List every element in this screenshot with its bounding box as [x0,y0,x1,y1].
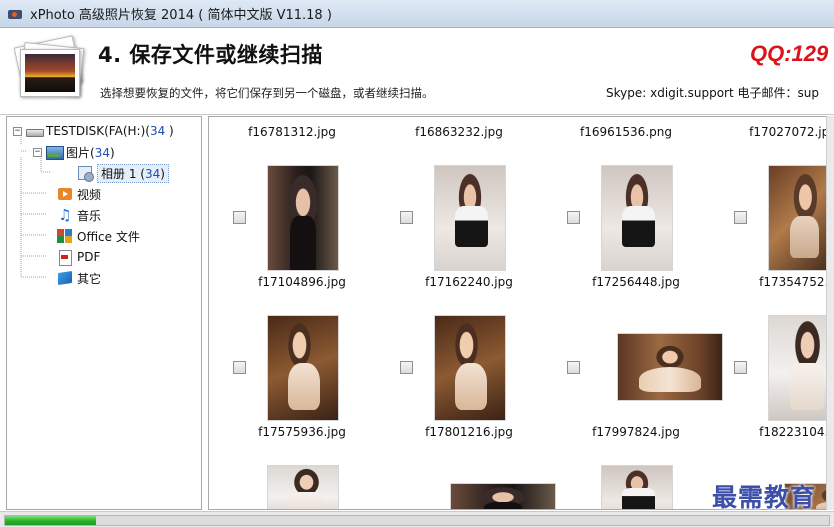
step-header: 4. 保存文件或继续扫描 QQ:129 选择想要恢复的文件，将它们保存到另一个磁… [0,29,834,115]
title-bar: xPhoto 高级照片恢复 2014 ( 简体中文版 V11.18 ) [0,0,834,28]
file-thumbnail[interactable] [768,315,834,421]
file-name: f17256448.jpg [592,275,680,289]
tree-item-2[interactable]: 相册 1 (34) [77,163,169,183]
category-tree[interactable]: − TESTDISK(FA(H:)(34 ) − 图片(34) 相册 1 (34) 视频 ♫… [6,116,202,510]
file-thumbnail-partial[interactable] [450,483,556,509]
tree-item-6[interactable]: PDF [57,248,100,266]
file-select-checkbox[interactable] [400,361,413,374]
file-select-checkbox[interactable] [567,211,580,224]
pictures-icon [46,145,64,160]
file-name: f17027072.jpg [749,125,834,139]
file-select-checkbox[interactable] [734,361,747,374]
tree-item-1[interactable]: − 图片(34) [33,143,115,161]
tree-item-4[interactable]: ♫ 音乐 [57,206,101,224]
tree-label-text: 音乐 [77,208,102,223]
file-name: f17162240.jpg [425,275,513,289]
tree-item-label: 其它 [77,270,101,287]
file-thumbnail[interactable] [617,333,723,401]
qq-contact: QQ:129 [750,41,829,66]
watermark-text: 最需教育 [712,483,817,512]
file-select-checkbox[interactable] [233,361,246,374]
file-name: f17104896.jpg [258,275,346,289]
tree-item-0[interactable]: − TESTDISK(FA(H:)(34 ) [13,122,174,140]
file-select-checkbox[interactable] [734,211,747,224]
file-thumbnail-partial[interactable] [267,465,339,509]
photo-stack-logo [12,35,86,105]
music-icon: ♫ [58,206,72,224]
tree-item-label: 相册 1 (34) [97,163,169,183]
tree-label-text: TESTDISK(FA(H:)( [46,124,150,138]
office-icon [57,229,73,243]
tree-item-label: 图片(34) [66,144,115,161]
tree-label-suffix: ) [165,124,174,138]
video-icon [57,187,73,201]
tree-item-count: 34 [94,145,110,160]
tree-label-text: Office 文件 [77,229,140,244]
step-instruction: 选择想要恢复的文件，将它们保存到另一个磁盘，或者继续扫描。 [100,86,434,100]
drive-icon [26,124,44,138]
window-title: xPhoto 高级照片恢复 2014 ( 简体中文版 V11.18 ) [30,8,332,23]
tree-label-text: 其它 [77,271,102,286]
pdf-icon [57,250,73,266]
tree-label-text: PDF [77,250,101,264]
file-thumbnail[interactable] [434,165,506,271]
tree-item-7[interactable]: 其它 [57,269,101,287]
tree-item-label: 视频 [77,186,101,203]
file-name: f17997824.jpg [592,425,680,439]
status-bar [0,511,834,527]
tree-item-label: PDF [77,250,100,264]
file-select-checkbox[interactable] [400,211,413,224]
tree-item-label: 音乐 [77,207,101,224]
tree-item-count: 34 [149,124,166,138]
file-select-checkbox[interactable] [567,361,580,374]
scan-progress-fill [5,516,96,525]
tree-expander-icon[interactable]: − [13,126,22,136]
tree-label-text: 图片( [66,145,95,160]
tree-item-3[interactable]: 视频 [57,185,101,203]
file-name: f16781312.jpg [248,125,336,139]
file-thumbnail-grid[interactable]: f16781312.jpg f16863232.jpg f16961536.png f… [208,116,834,510]
tree-item-label: TESTDISK(FA(H:)(34 ) [46,124,174,138]
file-name: f17575936.jpg [258,425,346,439]
file-name: f16961536.png [580,125,672,139]
tree-label-suffix: ) [109,145,115,160]
tree-item-count: 34 [144,166,161,181]
tree-item-5[interactable]: Office 文件 [57,227,140,245]
file-name: f16863232.jpg [415,125,503,139]
album-icon [77,166,94,182]
support-contact: Skype: xdigit.support 电子邮件：sup [606,86,819,100]
file-thumbnail[interactable] [601,165,673,271]
tree-label-suffix: ) [160,166,165,181]
tree-label-text: 视频 [77,187,102,202]
grid-vertical-scrollbar[interactable] [826,116,834,510]
file-name: f17801216.jpg [425,425,513,439]
file-thumbnail-partial[interactable] [601,465,673,509]
file-thumbnail[interactable] [267,315,339,421]
file-thumbnail[interactable] [267,165,339,271]
file-name: f17354752.jpg [759,275,834,289]
step-title: 4. 保存文件或继续扫描 [98,43,323,67]
tree-item-label: Office 文件 [77,228,140,245]
file-thumbnail[interactable] [768,165,834,271]
file-name: f18223104.jpg [759,425,834,439]
scan-progress-bar [4,515,830,526]
tree-expander-icon[interactable]: − [33,147,42,157]
tree-label-text: 相册 1 ( [101,166,145,181]
app-icon[interactable] [8,8,22,20]
file-select-checkbox[interactable] [233,211,246,224]
file-thumbnail[interactable] [434,315,506,421]
other-icon [57,271,73,285]
